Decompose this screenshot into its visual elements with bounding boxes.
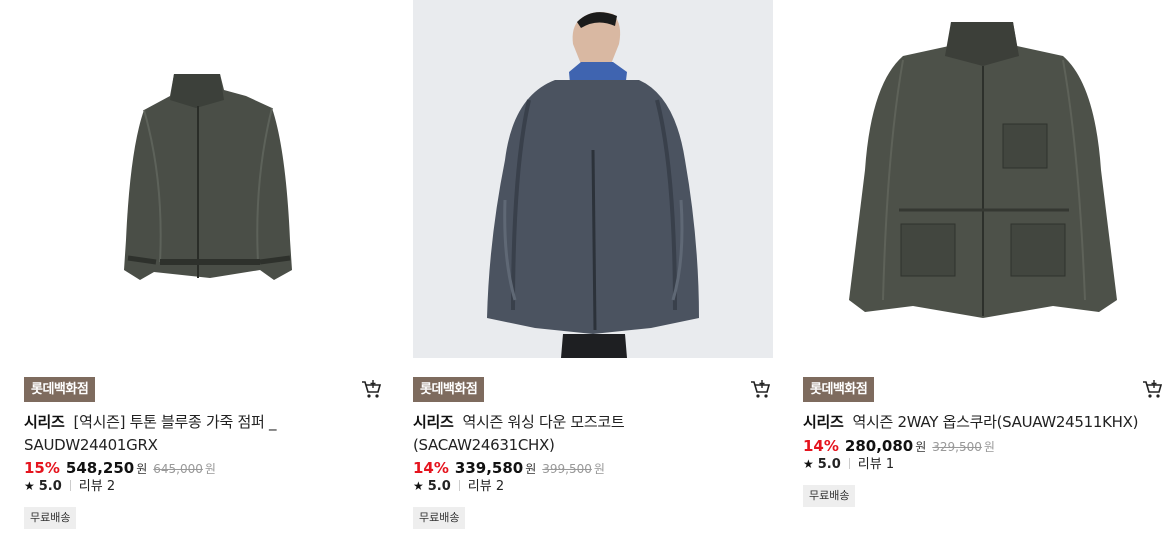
original-price: 399,500 — [542, 462, 592, 476]
sale-price: 280,080 — [844, 437, 914, 455]
rating-score: 5.0 — [38, 479, 62, 494]
product-card[interactable]: 롯데백화점 시리즈 역시즌 워싱 다운 모즈코트 (SACAW24631CHX) … — [413, 0, 773, 553]
rating-row: ★ 5.0 리뷰 1 — [803, 455, 894, 474]
original-currency: 원 — [204, 462, 216, 476]
product-title[interactable]: 시리즈 역시즌 2WAY 옵스쿠라(SAUAW24511KHX) — [803, 411, 1148, 434]
currency-label: 원 — [915, 440, 927, 454]
discount-rate: 14% — [413, 459, 449, 477]
discount-rate: 15% — [24, 459, 60, 477]
original-price: 645,000 — [153, 462, 203, 476]
rating-score: 5.0 — [427, 479, 451, 494]
price-row: 14% 280,080 원 329,500 원 — [803, 436, 995, 457]
divider — [69, 480, 71, 491]
free-shipping-tag: 무료배송 — [413, 507, 466, 529]
price-row: 15% 548,250 원 645,000 원 — [24, 458, 216, 479]
currency-label: 원 — [136, 462, 148, 476]
star-icon: ★ — [413, 479, 424, 493]
rating-score: 5.0 — [817, 457, 841, 472]
product-image[interactable] — [24, 0, 384, 358]
brand-name: 시리즈 — [803, 413, 844, 431]
product-image[interactable] — [413, 0, 773, 358]
price-row: 14% 339,580 원 399,500 원 — [413, 458, 605, 479]
product-image[interactable] — [803, 0, 1163, 358]
sale-price: 339,580 — [454, 459, 524, 477]
store-badge: 롯데백화점 — [24, 377, 96, 402]
original-currency: 원 — [983, 440, 995, 454]
brand-name: 시리즈 — [24, 413, 65, 431]
store-badge: 롯데백화점 — [413, 377, 485, 402]
cart-icon[interactable] — [360, 379, 382, 399]
divider — [458, 480, 460, 491]
product-title[interactable]: 시리즈 [역시즌] 투톤 블루종 가죽 점퍼 _ SAUDW24401GRX — [24, 411, 369, 457]
sale-price: 548,250 — [65, 459, 135, 477]
discount-rate: 14% — [803, 437, 839, 455]
free-shipping-tag: 무료배송 — [803, 485, 856, 507]
product-title[interactable]: 시리즈 역시즌 워싱 다운 모즈코트 (SACAW24631CHX) — [413, 411, 758, 457]
cart-icon[interactable] — [749, 379, 771, 399]
star-icon: ★ — [803, 457, 814, 471]
original-currency: 원 — [593, 462, 605, 476]
review-count[interactable]: 리뷰 1 — [858, 457, 894, 472]
original-price: 329,500 — [932, 440, 982, 454]
rating-row: ★ 5.0 리뷰 2 — [413, 477, 504, 496]
star-icon: ★ — [24, 479, 35, 493]
review-count[interactable]: 리뷰 2 — [468, 479, 504, 494]
product-name: 역시즌 2WAY 옵스쿠라(SAUAW24511KHX) — [852, 413, 1139, 431]
product-card[interactable]: 롯데백화점 시리즈 역시즌 2WAY 옵스쿠라(SAUAW24511KHX) 14… — [803, 0, 1163, 553]
product-card[interactable]: 롯데백화점 시리즈 [역시즌] 투톤 블루종 가죽 점퍼 _ SAUDW24401… — [24, 0, 384, 553]
currency-label: 원 — [525, 462, 537, 476]
divider — [848, 458, 850, 469]
store-badge: 롯데백화점 — [803, 377, 875, 402]
cart-icon[interactable] — [1141, 379, 1163, 399]
review-count[interactable]: 리뷰 2 — [79, 479, 115, 494]
rating-row: ★ 5.0 리뷰 2 — [24, 477, 115, 496]
brand-name: 시리즈 — [413, 413, 454, 431]
free-shipping-tag: 무료배송 — [24, 507, 77, 529]
